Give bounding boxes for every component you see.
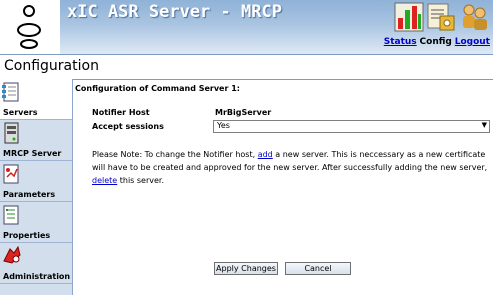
page-title-bar: Configuration bbox=[0, 54, 493, 80]
sidebar-item-label: Parameters bbox=[3, 190, 56, 199]
app-title: xIC ASR Server - MRCP bbox=[67, 2, 282, 22]
status-chart-icon[interactable] bbox=[394, 2, 424, 32]
sidebar-item-servers[interactable]: Servers bbox=[0, 79, 72, 120]
sidebar-item-label: MRCP Server bbox=[3, 149, 62, 158]
sidebar-item-label: Properties bbox=[3, 231, 51, 240]
servers-icon bbox=[2, 82, 19, 102]
notifier-host-label: Notifier Host bbox=[92, 108, 150, 117]
apply-changes-button[interactable]: Apply Changes bbox=[214, 262, 278, 275]
sidebar-item-properties[interactable]: Properties bbox=[0, 202, 72, 243]
logout-users-icon[interactable] bbox=[459, 2, 489, 32]
delete-server-link[interactable]: delete bbox=[92, 176, 117, 185]
logo bbox=[0, 0, 60, 54]
status-link[interactable]: Status bbox=[384, 37, 417, 47]
accept-sessions-label: Accept sessions bbox=[92, 122, 164, 131]
section-heading: Configuration of Command Server 1: bbox=[75, 84, 240, 93]
cancel-button[interactable]: Cancel bbox=[285, 262, 351, 275]
sidebar: Servers MRCP Server Parameters Propertie… bbox=[0, 79, 73, 295]
note-part-1: Please Note: To change the Notifier host… bbox=[92, 150, 258, 159]
config-link[interactable]: Config bbox=[420, 37, 452, 47]
accept-sessions-selected: Yes bbox=[217, 121, 230, 130]
properties-icon bbox=[3, 205, 19, 225]
notifier-host-value: MrBigServer bbox=[215, 108, 272, 117]
chevron-down-icon[interactable]: ▼ bbox=[482, 121, 487, 129]
config-tools-icon[interactable] bbox=[426, 2, 456, 32]
header-links: Status Config Logout bbox=[384, 37, 490, 47]
note-part-3: this server. bbox=[117, 176, 165, 185]
logo-icon bbox=[17, 5, 41, 49]
accept-sessions-select[interactable]: Yes ▼ bbox=[213, 120, 490, 133]
parameters-icon bbox=[3, 164, 19, 184]
sidebar-item-administration[interactable]: Administration bbox=[0, 243, 72, 284]
administration-icon bbox=[3, 245, 21, 264]
sidebar-item-label: Administration bbox=[3, 272, 71, 281]
sidebar-item-mrcp-server[interactable]: MRCP Server bbox=[0, 120, 72, 161]
add-server-link[interactable]: add bbox=[258, 150, 273, 159]
notice-text: Please Note: To change the Notifier host… bbox=[92, 148, 488, 187]
main-content: Configuration of Command Server 1: Notif… bbox=[73, 79, 493, 295]
page-title: Configuration bbox=[4, 58, 99, 74]
sidebar-item-parameters[interactable]: Parameters bbox=[0, 161, 72, 202]
app-header: xIC ASR Server - MRCP Status Config Logo… bbox=[0, 0, 493, 54]
sidebar-item-label: Servers bbox=[3, 108, 38, 117]
mrcp-server-icon bbox=[4, 122, 19, 144]
logout-link[interactable]: Logout bbox=[455, 37, 490, 47]
